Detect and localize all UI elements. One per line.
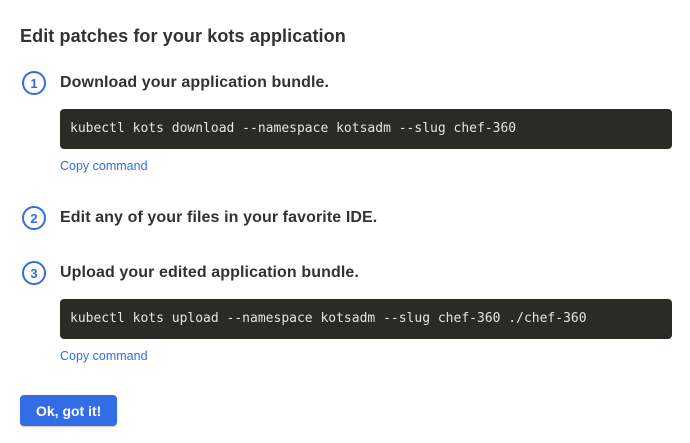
- step-upload-heading: Upload your edited application bundle.: [60, 261, 672, 285]
- download-command-code-block: kubectl kots download --namespace kotsad…: [60, 109, 672, 149]
- step-number-badge-3: 3: [22, 261, 46, 285]
- step-upload: 3 Upload your edited application bundle.…: [20, 261, 672, 365]
- step-number-badge-2: 2: [22, 206, 46, 230]
- step-upload-body: Upload your edited application bundle. k…: [60, 261, 672, 365]
- edit-patches-panel: Edit patches for your kots application 1…: [0, 0, 690, 365]
- copy-upload-command-link[interactable]: Copy command: [60, 349, 148, 363]
- step-download-body: Download your application bundle. kubect…: [60, 71, 672, 175]
- ok-got-it-button[interactable]: Ok, got it!: [20, 395, 117, 426]
- step-edit-heading: Edit any of your files in your favorite …: [60, 206, 672, 230]
- copy-download-command-link[interactable]: Copy command: [60, 159, 148, 173]
- step-edit: 2 Edit any of your files in your favorit…: [20, 206, 672, 230]
- step-edit-body: Edit any of your files in your favorite …: [60, 206, 672, 230]
- page-title: Edit patches for your kots application: [20, 26, 672, 47]
- step-download: 1 Download your application bundle. kube…: [20, 71, 672, 175]
- upload-command-code-block: kubectl kots upload --namespace kotsadm …: [60, 299, 672, 339]
- step-download-heading: Download your application bundle.: [60, 71, 672, 95]
- step-number-badge-1: 1: [22, 71, 46, 95]
